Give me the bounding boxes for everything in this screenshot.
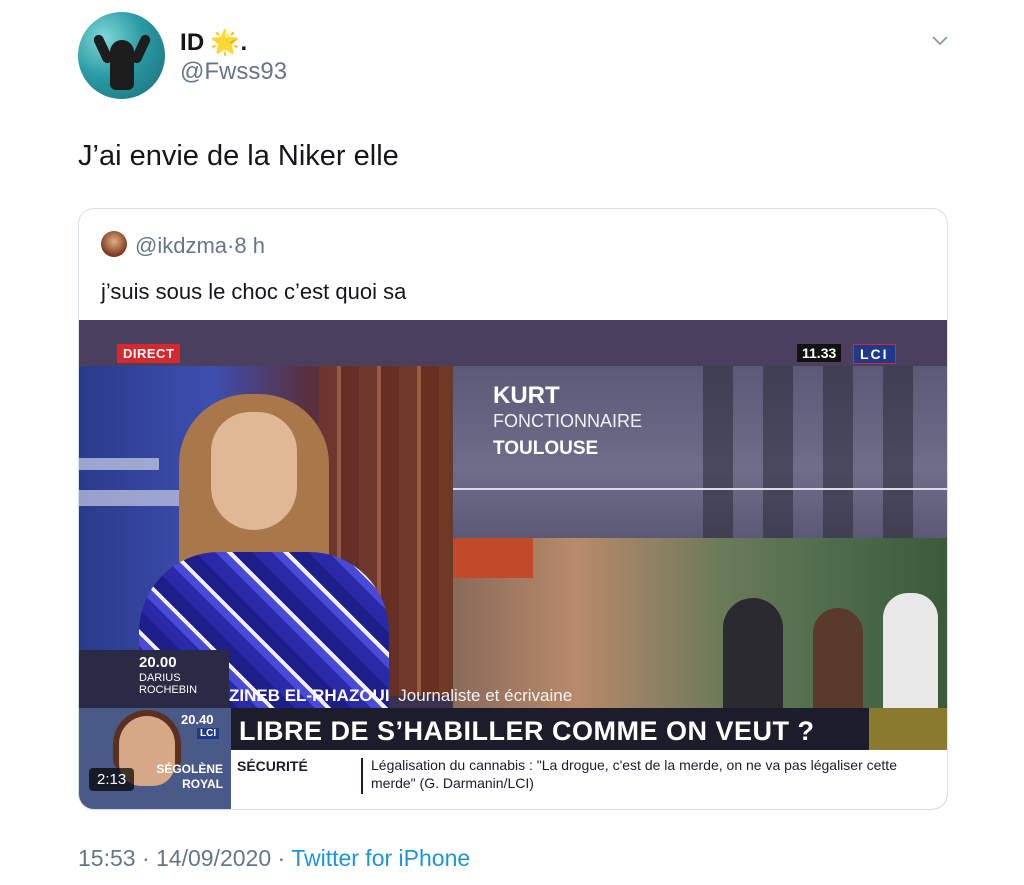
- street-footage: [453, 538, 947, 708]
- quoted-tweet[interactable]: @ikdzma·8 h j’suis sous le choc c’est qu…: [78, 208, 948, 810]
- live-badge: DIRECT: [117, 344, 181, 363]
- channel-logo: LCI: [853, 344, 896, 364]
- quoted-avatar: [101, 231, 127, 257]
- ticker-text: Légalisation du cannabis : "La drogue, c…: [371, 757, 897, 791]
- quoted-text: j’suis sous le choc c’est quoi sa: [101, 279, 407, 304]
- author-avatar[interactable]: [78, 12, 165, 99]
- quoted-header: @ikdzma·8 h: [135, 233, 265, 259]
- meta-separator-1: ·: [141, 845, 150, 871]
- presenter-role: Journaliste et écrivaine: [398, 686, 573, 705]
- chevron-down-icon[interactable]: [930, 30, 950, 50]
- display-name-suffix: .: [240, 29, 248, 56]
- presenter-face: [211, 412, 297, 530]
- seg-name-line1: SÉGOLÈNE: [156, 762, 223, 776]
- tweet-source-link[interactable]: Twitter for iPhone: [291, 845, 470, 871]
- guest-name: DARIUS ROCHEBIN: [139, 672, 197, 696]
- display-name[interactable]: ID 🌟.: [180, 28, 247, 57]
- guest-name-line2: ROCHEBIN: [139, 684, 198, 696]
- seg-name-line2: ROYAL: [182, 777, 223, 791]
- presenter-nameplate: ZINEB EL-RHAZOUI Journaliste et écrivain…: [229, 686, 572, 706]
- tweet-date[interactable]: 14/09/2020: [156, 845, 271, 871]
- kurt-city: TOULOUSE: [493, 438, 599, 459]
- seg-name: SÉGOLÈNE ROYAL: [143, 762, 223, 792]
- guest-name-line1: DARIUS: [139, 672, 181, 684]
- quoted-handle: @ikdzma: [135, 233, 228, 258]
- quoted-time: 8 h: [234, 233, 265, 258]
- tweet-text: J’ai envie de la Niker elle: [78, 140, 399, 172]
- ticker-separator: [361, 758, 363, 794]
- star-emoji-icon: 🌟: [210, 29, 241, 56]
- headline-accent: [869, 708, 947, 750]
- seg-time: 20.40: [181, 712, 214, 727]
- tweet-time[interactable]: 15:53: [78, 845, 136, 871]
- guest-time: 20.00: [139, 654, 177, 671]
- presenter-name: ZINEB EL-RHAZOUI: [229, 686, 390, 705]
- video-duration: 2:13: [89, 768, 135, 791]
- ticker-label: SÉCURITÉ: [237, 758, 308, 774]
- seg-logo: LCI: [197, 728, 220, 739]
- audio-wave: [453, 488, 947, 490]
- meta-separator-2: ·: [277, 845, 286, 871]
- author-handle[interactable]: @Fwss93: [180, 58, 287, 86]
- kurt-name: KURT: [493, 382, 560, 409]
- display-name-text: ID: [180, 29, 205, 56]
- video-player[interactable]: KURT FONCTIONNAIRE TOULOUSE DIRECT 11.33…: [79, 320, 947, 809]
- headline-text: LIBRE DE S’HABILLER COMME ON VEUT ?: [239, 716, 815, 746]
- kurt-job: FONCTIONNAIRE: [493, 411, 643, 431]
- tweet-meta: 15:53 · 14/09/2020 · Twitter for iPhone: [78, 845, 470, 872]
- channel-clock: 11.33: [797, 344, 842, 362]
